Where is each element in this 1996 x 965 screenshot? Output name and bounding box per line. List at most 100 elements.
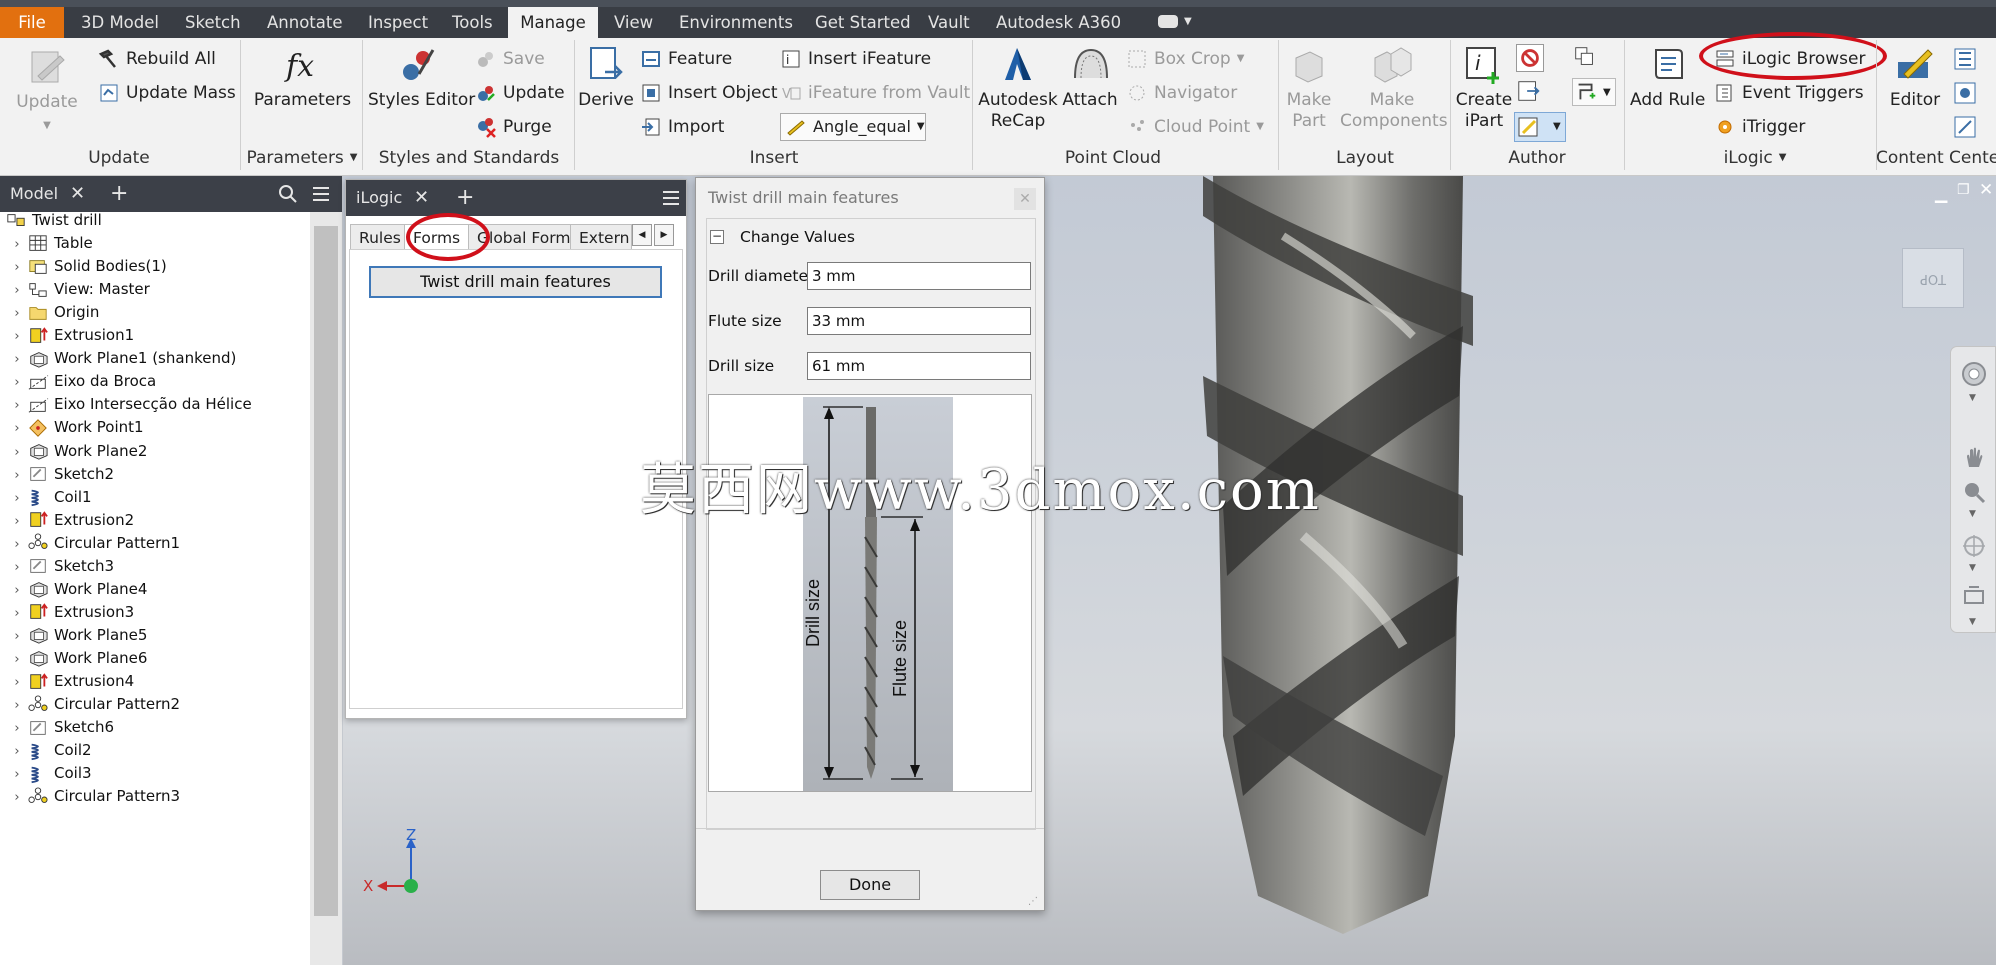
import-button[interactable]: Import bbox=[640, 112, 724, 142]
content-center-tool-icon[interactable] bbox=[1952, 80, 1978, 106]
expand-chevron-icon[interactable]: › bbox=[8, 602, 26, 625]
expand-chevron-icon[interactable]: › bbox=[8, 533, 26, 556]
chevron-down-icon[interactable]: ▼ bbox=[1969, 509, 1976, 519]
cloud-point-button[interactable]: Cloud Point ▼ bbox=[1126, 112, 1264, 142]
derive-button[interactable]: Derive bbox=[578, 44, 634, 111]
tab-model[interactable]: Model bbox=[10, 176, 58, 212]
styles-editor-button[interactable]: Styles Editor bbox=[368, 44, 475, 111]
insert-object-button[interactable]: Insert Object bbox=[640, 78, 778, 108]
tree-node[interactable]: › Work Point1 bbox=[0, 416, 310, 439]
itrigger-button[interactable]: iTrigger bbox=[1714, 112, 1805, 142]
update-style-button[interactable]: Update bbox=[475, 78, 565, 108]
expand-chevron-icon[interactable]: › bbox=[8, 648, 26, 671]
tree-node[interactable]: › Extrusion3 bbox=[0, 601, 310, 624]
menu-environments[interactable]: Environments bbox=[666, 7, 806, 38]
view-cube[interactable]: TOP bbox=[1902, 248, 1964, 308]
steering-wheel-icon[interactable] bbox=[1961, 361, 1987, 387]
update-button[interactable]: Update ▼ bbox=[12, 46, 82, 136]
done-button[interactable]: Done bbox=[820, 870, 920, 900]
save-style-button[interactable]: Save bbox=[475, 44, 545, 74]
collapse-icon[interactable]: − bbox=[710, 230, 724, 244]
create-ipart-button[interactable]: i Create iPart bbox=[1454, 44, 1514, 132]
close-icon[interactable]: ✕ bbox=[1014, 188, 1036, 210]
rebuild-all-button[interactable]: Rebuild All bbox=[98, 44, 216, 74]
tree-node[interactable]: › Extrusion2 bbox=[0, 509, 310, 532]
expand-chevron-icon[interactable]: › bbox=[8, 279, 26, 302]
drill-diameter-field[interactable]: 3 mm bbox=[807, 262, 1031, 290]
tree-root[interactable]: Twist drill bbox=[0, 209, 310, 232]
tree-node[interactable]: › Solid Bodies(1) bbox=[0, 255, 310, 278]
expand-chevron-icon[interactable]: › bbox=[8, 786, 26, 809]
add-rule-button[interactable]: Add Rule bbox=[1630, 44, 1705, 111]
author-dropdown-button[interactable]: ▼ bbox=[1514, 112, 1566, 142]
look-at-icon[interactable] bbox=[1961, 583, 1987, 609]
make-part-button[interactable]: Make Part bbox=[1284, 44, 1334, 132]
search-icon[interactable] bbox=[278, 184, 298, 208]
autodesk-recap-button[interactable]: Autodesk ReCap bbox=[976, 44, 1060, 132]
insert-ifeature-button[interactable]: i Insert iFeature bbox=[780, 44, 931, 74]
publish-icon[interactable] bbox=[1516, 78, 1544, 106]
tree-node[interactable]: › Coil2 bbox=[0, 739, 310, 762]
menu-get-started[interactable]: Get Started bbox=[802, 7, 924, 38]
menu-vault[interactable]: Vault bbox=[915, 7, 983, 38]
chevron-down-icon[interactable]: ▼ bbox=[1184, 16, 1192, 27]
tab-scroll-right-icon[interactable]: ▶ bbox=[654, 224, 674, 246]
tree-node[interactable]: › Extrusion4 bbox=[0, 670, 310, 693]
chevron-down-icon[interactable]: ▼ bbox=[1969, 563, 1976, 573]
pan-hand-icon[interactable] bbox=[1961, 445, 1987, 471]
content-center-tool-icon[interactable] bbox=[1952, 114, 1978, 140]
tree-node[interactable]: › Coil3 bbox=[0, 762, 310, 785]
event-triggers-button[interactable]: Event Triggers bbox=[1714, 78, 1864, 108]
minimize-icon[interactable]: ▁ bbox=[1935, 184, 1947, 203]
close-icon[interactable]: ✕ bbox=[70, 176, 85, 212]
tree-node[interactable]: › Circular Pattern3 bbox=[0, 785, 310, 808]
expand-chevron-icon[interactable]: › bbox=[8, 371, 26, 394]
ifeature-from-vault-button[interactable]: ViFeature from Vault bbox=[780, 78, 970, 108]
tree-node[interactable]: › Sketch3 bbox=[0, 555, 310, 578]
menu-view[interactable]: View bbox=[601, 7, 666, 38]
expand-chevron-icon[interactable]: › bbox=[8, 464, 26, 487]
tree-node[interactable]: › Work Plane6 bbox=[0, 647, 310, 670]
scrollbar-thumb[interactable] bbox=[314, 226, 338, 916]
expand-chevron-icon[interactable]: › bbox=[8, 441, 26, 464]
browser-scrollbar[interactable] bbox=[310, 212, 342, 965]
author-place-button[interactable]: ▼ bbox=[1572, 78, 1616, 106]
expand-chevron-icon[interactable]: › bbox=[8, 625, 26, 648]
expand-chevron-icon[interactable]: › bbox=[8, 302, 26, 325]
navigator-button[interactable]: Navigator bbox=[1126, 78, 1237, 108]
tree-node[interactable]: › Table bbox=[0, 232, 310, 255]
tree-node[interactable]: › Origin bbox=[0, 301, 310, 324]
menu-sketch[interactable]: Sketch bbox=[172, 7, 254, 38]
tree-node[interactable]: › Work Plane2 bbox=[0, 440, 310, 463]
video-camera-icon[interactable] bbox=[1158, 15, 1178, 28]
parameters-button[interactable]: fx Parameters bbox=[250, 44, 355, 111]
expand-chevron-icon[interactable]: › bbox=[8, 763, 26, 786]
expand-chevron-icon[interactable]: › bbox=[8, 510, 26, 533]
tab-scroll-left-icon[interactable]: ◀ bbox=[632, 224, 652, 246]
no-parameters-icon[interactable] bbox=[1516, 44, 1544, 72]
chevron-down-icon[interactable]: ▼ bbox=[1969, 617, 1976, 627]
expand-chevron-icon[interactable]: › bbox=[8, 694, 26, 717]
tab-ilogic[interactable]: iLogic bbox=[356, 180, 402, 216]
expand-chevron-icon[interactable]: › bbox=[8, 348, 26, 371]
tree-node[interactable]: › Circular Pattern1 bbox=[0, 532, 310, 555]
zoom-icon[interactable] bbox=[1961, 479, 1987, 505]
tree-node[interactable]: › Circular Pattern2 bbox=[0, 693, 310, 716]
tree-node[interactable]: › Sketch2 bbox=[0, 463, 310, 486]
author-tool-icon[interactable] bbox=[1572, 44, 1600, 72]
update-mass-button[interactable]: Update Mass bbox=[98, 78, 236, 108]
close-window-icon[interactable]: ✕ bbox=[1979, 180, 1993, 200]
tree-node[interactable]: › Extrusion1 bbox=[0, 324, 310, 347]
restore-icon[interactable]: ❐ bbox=[1957, 182, 1970, 198]
content-center-editor-button[interactable]: Editor bbox=[1882, 44, 1948, 111]
attach-button[interactable]: Attach bbox=[1060, 44, 1120, 111]
angle-select[interactable]: Angle_equal ▼ bbox=[780, 113, 926, 141]
drill-size-field[interactable]: 61 mm bbox=[807, 352, 1031, 380]
expand-chevron-icon[interactable]: › bbox=[8, 556, 26, 579]
expand-chevron-icon[interactable]: › bbox=[8, 740, 26, 763]
tree-node[interactable]: › Work Plane1 (shankend) bbox=[0, 347, 310, 370]
orbit-icon[interactable] bbox=[1961, 533, 1987, 559]
tree-node[interactable]: › Coil1 bbox=[0, 486, 310, 509]
expand-chevron-icon[interactable]: › bbox=[8, 417, 26, 440]
add-tab-icon[interactable]: + bbox=[110, 176, 128, 212]
